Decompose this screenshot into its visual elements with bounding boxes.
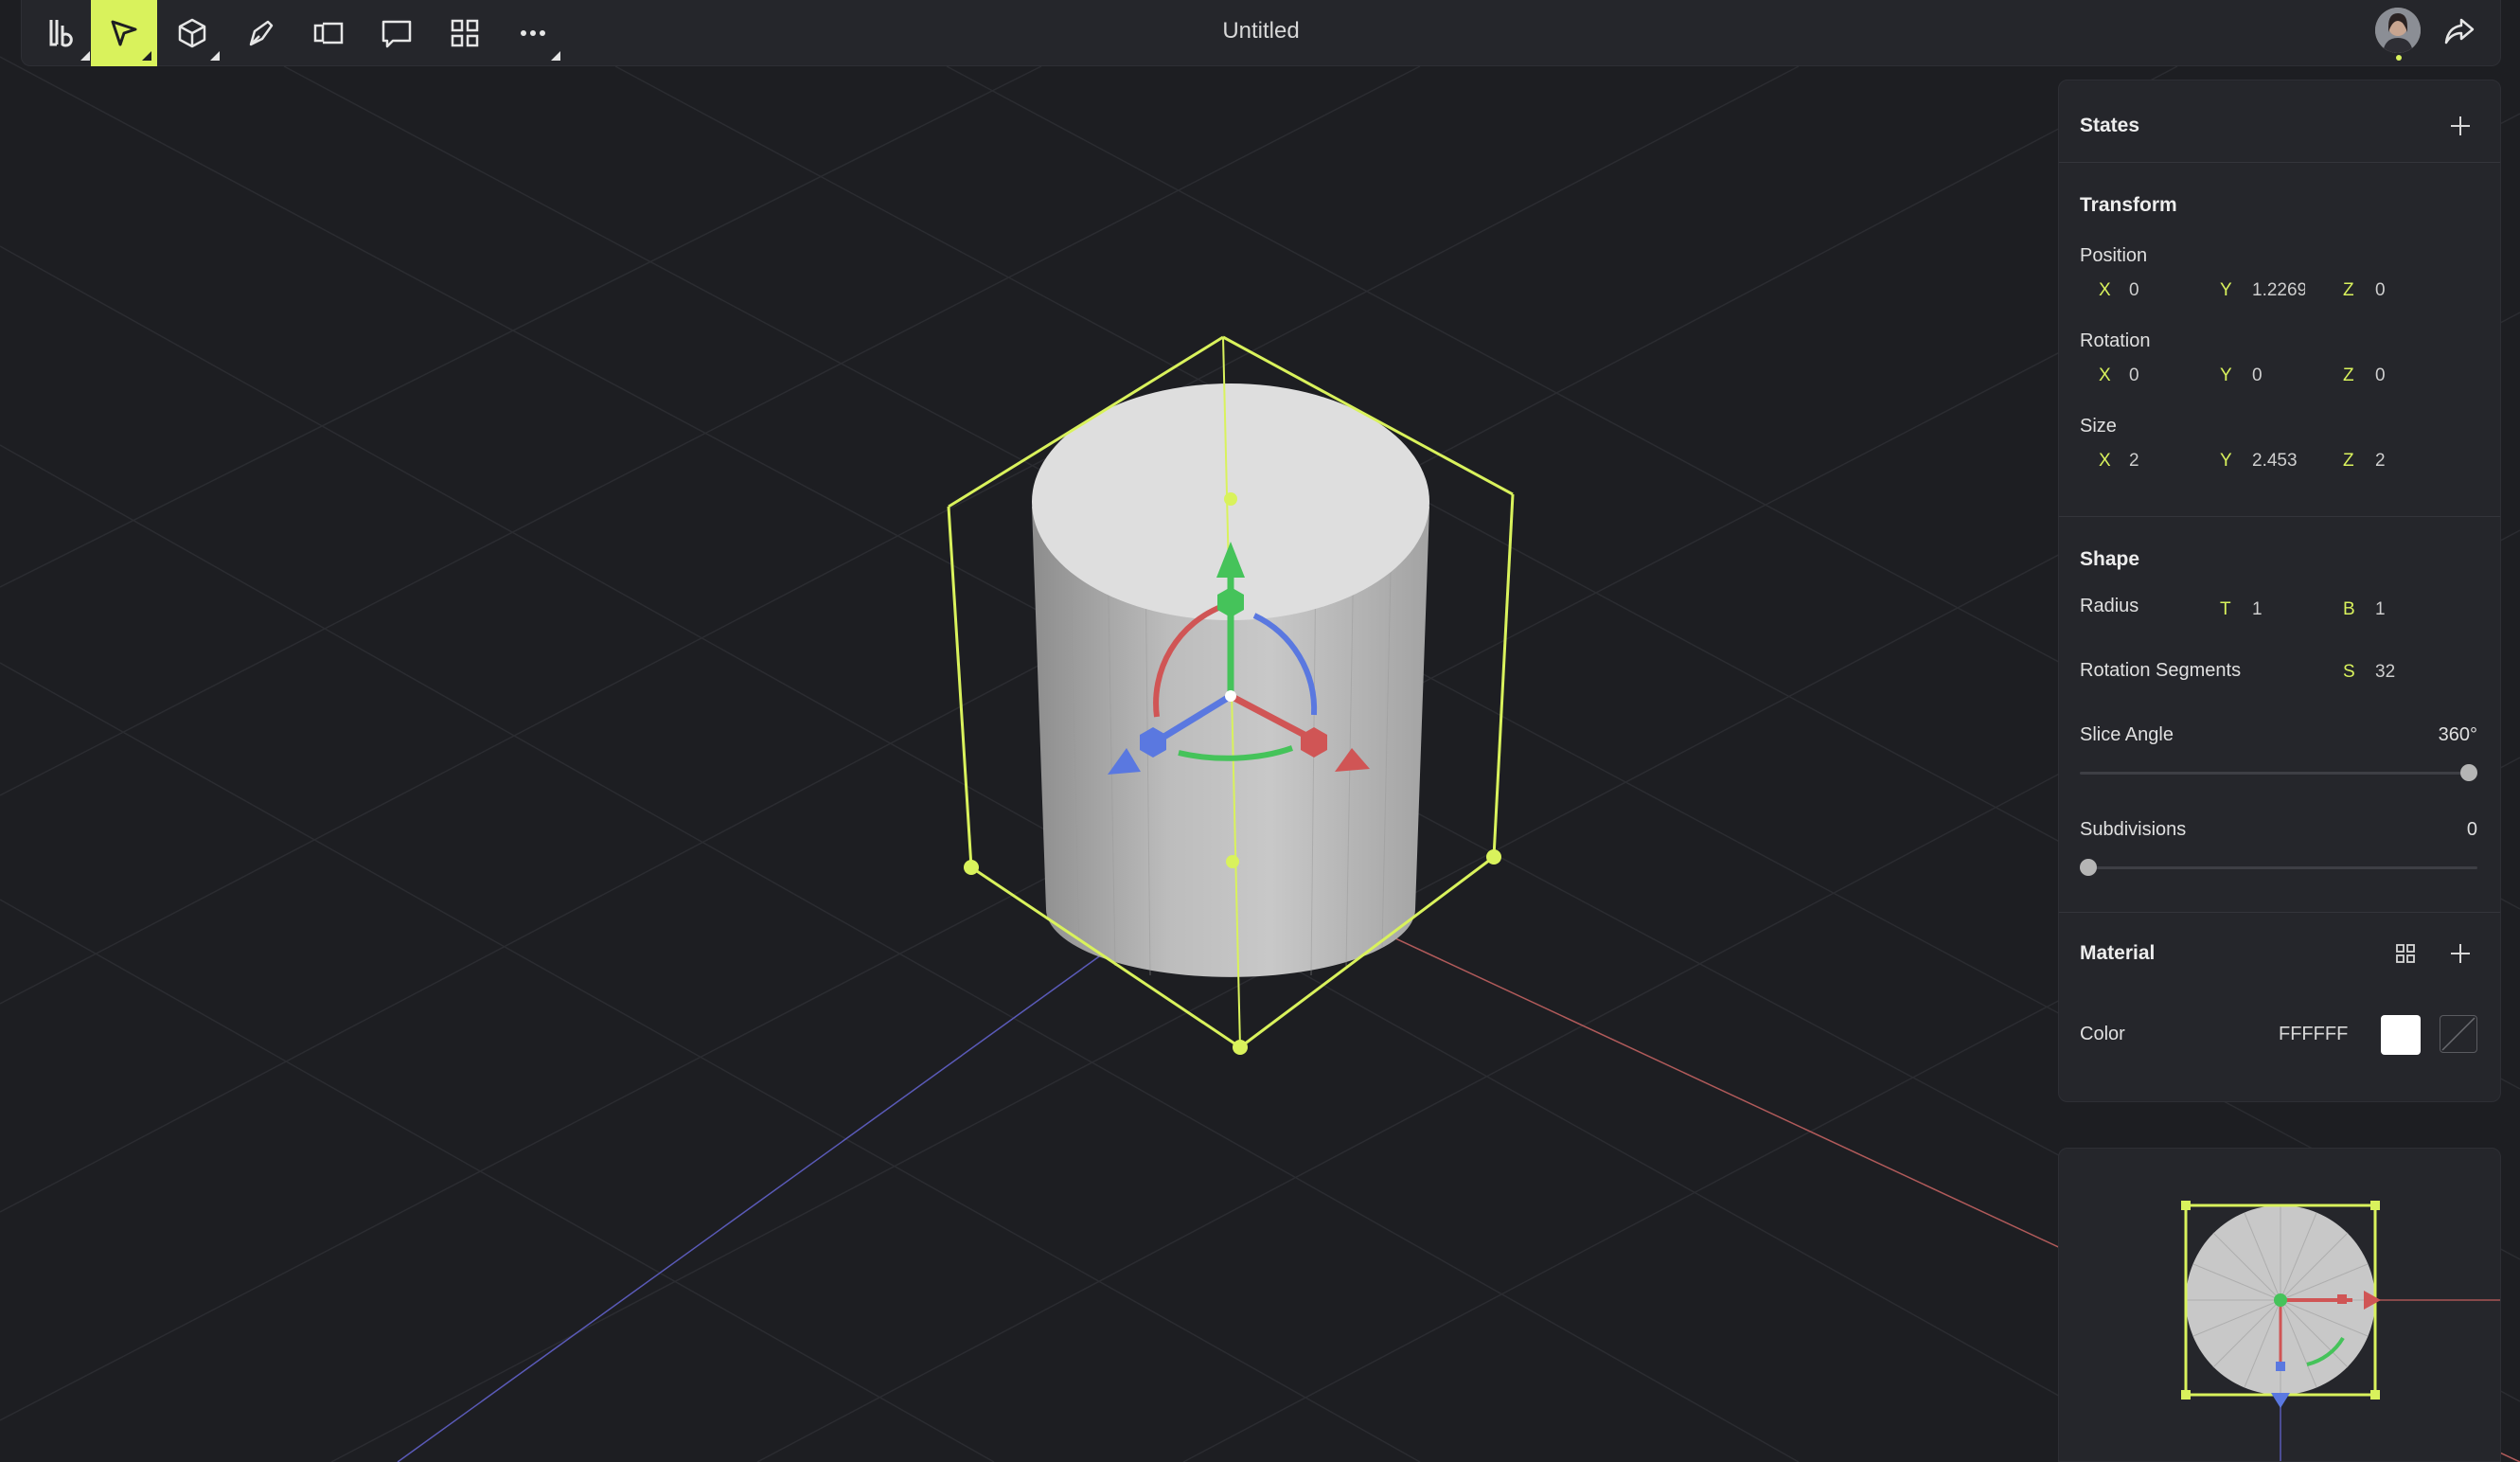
divider <box>2059 912 2500 913</box>
position-x-label: X <box>2099 280 2111 300</box>
rotation-segments-label: Rotation Segments <box>2080 660 2242 681</box>
no-fill-swatch[interactable] <box>2440 1015 2477 1053</box>
subdivisions-slider-thumb[interactable] <box>2080 859 2097 876</box>
top-toolbar: Untitled <box>21 0 2501 66</box>
frame-tool-button[interactable] <box>295 0 362 66</box>
position-label: Position <box>2080 245 2148 266</box>
position-y-input[interactable]: 1.2269 <box>2252 280 2305 301</box>
shape-title: Shape <box>2080 548 2140 570</box>
object-tool-button[interactable] <box>159 0 225 66</box>
slice-angle-slider[interactable] <box>2080 772 2477 775</box>
divider <box>2059 162 2500 163</box>
rotation-label: Rotation <box>2080 330 2151 351</box>
add-state-icon[interactable] <box>2449 115 2472 137</box>
rotation-y-label: Y <box>2220 366 2232 385</box>
segments-input[interactable]: 32 <box>2375 662 2441 683</box>
comment-tool-button[interactable] <box>364 0 430 66</box>
size-x-label: X <box>2099 451 2111 471</box>
position-x-input[interactable]: 0 <box>2129 280 2195 301</box>
material-title: Material <box>2080 942 2156 964</box>
material-library-icon[interactable] <box>2394 942 2417 965</box>
cursor-icon <box>111 20 137 46</box>
top-view-preview[interactable] <box>2058 1148 2501 1462</box>
color-swatch[interactable] <box>2381 1015 2421 1055</box>
select-tool-button[interactable] <box>91 0 157 66</box>
size-z-input[interactable]: 2 <box>2375 451 2441 472</box>
components-tool-button[interactable] <box>432 0 498 66</box>
rotation-z-input[interactable]: 0 <box>2375 366 2441 386</box>
position-z-label: Z <box>2343 280 2354 300</box>
dropdown-corner-icon <box>551 51 560 61</box>
divider <box>2059 516 2500 517</box>
slice-angle-slider-thumb[interactable] <box>2460 764 2477 781</box>
dropdown-corner-icon <box>142 51 151 61</box>
slash-icon <box>2441 1017 2476 1051</box>
size-x-input[interactable]: 2 <box>2129 451 2195 472</box>
slice-angle-value: 360° <box>2438 724 2477 745</box>
radius-top-label: T <box>2220 599 2231 619</box>
presence-dot <box>2396 55 2402 61</box>
rotation-y-input[interactable]: 0 <box>2252 366 2318 386</box>
size-label: Size <box>2080 416 2117 437</box>
add-material-icon[interactable] <box>2449 942 2472 965</box>
rotation-x-input[interactable]: 0 <box>2129 366 2195 386</box>
avatar-icon <box>2375 8 2421 53</box>
position-z-input[interactable]: 0 <box>2375 280 2441 301</box>
segments-s-label: S <box>2343 662 2355 682</box>
share-button[interactable] <box>2426 0 2493 62</box>
comment-icon <box>382 20 412 48</box>
rotation-x-label: X <box>2099 366 2111 385</box>
transform-title: Transform <box>2080 194 2177 216</box>
size-y-input[interactable]: 2.453 <box>2252 451 2318 472</box>
pen-icon <box>249 20 274 46</box>
more-tools-button[interactable] <box>500 0 566 66</box>
dropdown-corner-icon <box>210 51 220 61</box>
ellipsis-icon <box>521 30 545 36</box>
grid-icon <box>451 19 479 47</box>
dropdown-corner-icon <box>80 51 90 61</box>
share-icon <box>2444 18 2475 45</box>
top-view-canvas <box>2181 1201 2500 1461</box>
states-title: States <box>2080 115 2140 136</box>
radius-bottom-input[interactable]: 1 <box>2375 599 2441 620</box>
user-avatar[interactable] <box>2375 8 2421 53</box>
cube-icon <box>178 18 206 48</box>
size-z-label: Z <box>2343 451 2354 471</box>
logo-menu-button[interactable] <box>29 0 96 66</box>
radius-bottom-label: B <box>2343 599 2355 619</box>
pen-tool-button[interactable] <box>227 0 293 66</box>
logo-icon <box>49 20 73 47</box>
rotation-z-label: Z <box>2343 366 2354 385</box>
properties-panel: States Transform Position X 0 Y 1.2269 Z… <box>2058 80 2501 1102</box>
color-hex-input[interactable]: FFFFFF <box>2279 1024 2364 1045</box>
subdivisions-label: Subdivisions <box>2080 819 2187 840</box>
subdivisions-value: 0 <box>2466 819 2477 840</box>
radius-top-input[interactable]: 1 <box>2252 599 2318 620</box>
size-y-label: Y <box>2220 451 2232 471</box>
radius-label: Radius <box>2080 596 2139 616</box>
position-y-label: Y <box>2220 280 2232 300</box>
subdivisions-slider[interactable] <box>2080 866 2477 869</box>
slice-angle-label: Slice Angle <box>2080 724 2174 745</box>
color-label: Color <box>2080 1024 2125 1044</box>
frame-icon <box>313 22 344 45</box>
